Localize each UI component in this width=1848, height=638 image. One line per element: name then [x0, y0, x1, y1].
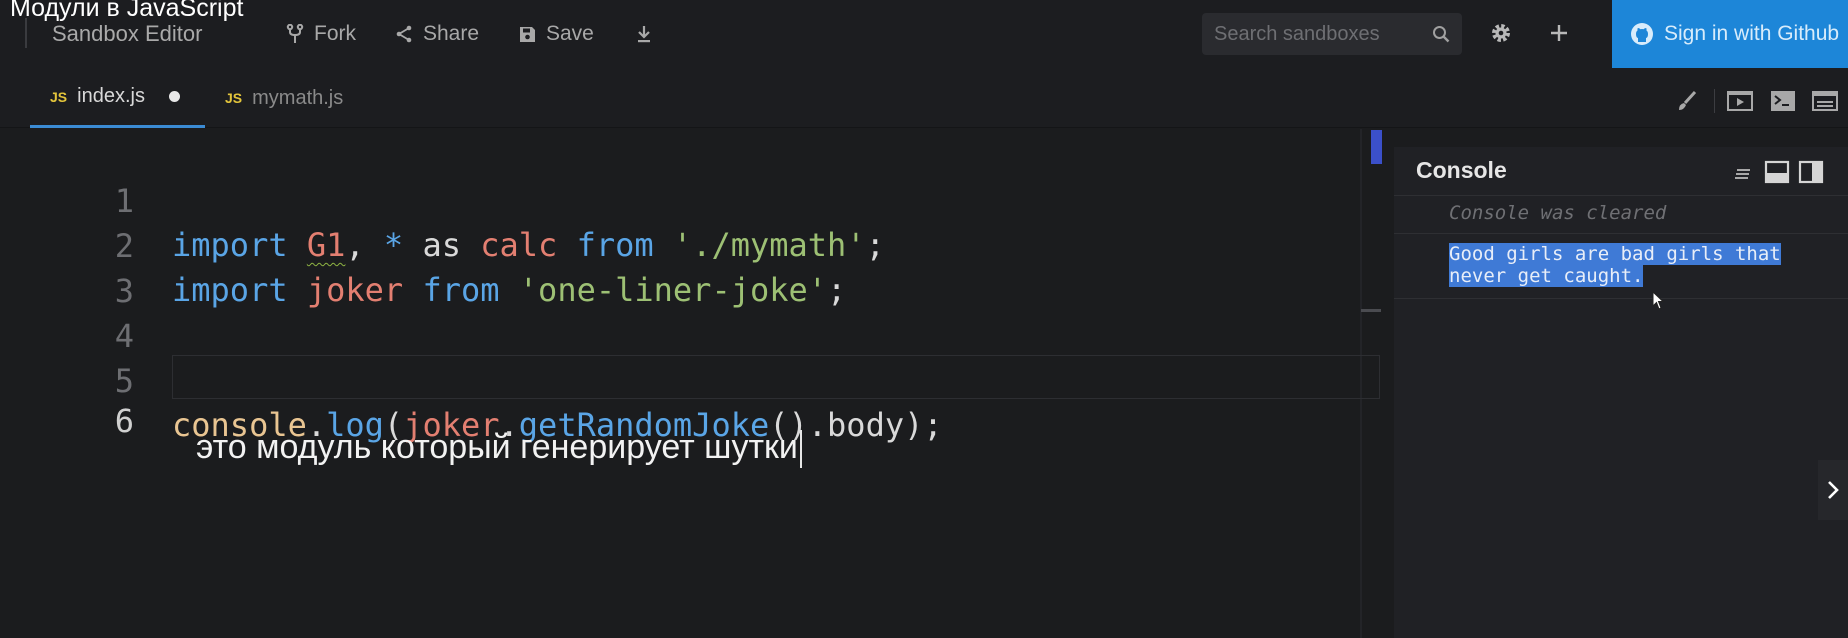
sign-in-label: Sign in with Github: [1664, 22, 1840, 45]
console-log-entry[interactable]: Good girls are bad girls that never get …: [1394, 233, 1848, 299]
video-subtitle: это модуль который генерирует шутки: [196, 428, 802, 469]
video-title: Модули в JavaScript: [10, 0, 244, 22]
mouse-cursor-icon: [1652, 291, 1665, 310]
clear-console-icon[interactable]: [1732, 162, 1754, 184]
sign-in-github-button[interactable]: Sign in with Github: [1612, 0, 1848, 68]
terminal-icon[interactable]: [1770, 90, 1796, 112]
fork-label: Fork: [314, 22, 356, 45]
top-toolbar: Модули в JavaScript Sandbox Editor Fork …: [0, 0, 1848, 68]
code-line[interactable]: 1 import G1, * as calc from './mymath';: [0, 135, 1372, 264]
code-line[interactable]: 6: [0, 355, 1372, 440]
tool-divider: [1714, 89, 1715, 113]
text-caret: [799, 430, 802, 469]
download-icon: [638, 26, 650, 43]
search-box[interactable]: [1202, 13, 1462, 55]
tab-index-js[interactable]: JS index.js: [30, 68, 205, 128]
save-label: Save: [546, 22, 594, 45]
tab-label: mymath.js: [252, 86, 344, 109]
code-line[interactable]: 5 console.log(joker.getRandomJoke().body…: [0, 315, 1372, 444]
console-panel: Console Console was cleared Good girls a…: [1394, 147, 1848, 638]
selected-log-text[interactable]: never get caught.: [1449, 265, 1644, 287]
gear-icon[interactable]: [1490, 22, 1512, 44]
plus-icon[interactable]: [1549, 23, 1569, 43]
line-number: 6: [114, 402, 134, 440]
toolbar-divider: [25, 18, 27, 48]
chevron-right-icon: [1828, 481, 1839, 499]
js-file-icon: JS: [50, 88, 68, 105]
code-line[interactable]: 2 import joker from 'one-liner-joke';: [0, 180, 1372, 309]
js-file-icon: JS: [225, 90, 243, 106]
code-line[interactable]: 4: [0, 270, 1372, 355]
github-icon: [1631, 23, 1653, 45]
dock-right-icon[interactable]: [1798, 159, 1824, 185]
editor-scroll-marker[interactable]: [1371, 130, 1382, 164]
console-panel-icon[interactable]: [1812, 90, 1838, 112]
share-icon: [396, 25, 412, 43]
file-tab-bar: JS index.js JS mymath.js: [0, 68, 1848, 128]
console-cleared-message: Console was cleared: [1394, 195, 1848, 233]
code-editor[interactable]: 1 import G1, * as calc from './mymath'; …: [0, 129, 1382, 638]
search-icon[interactable]: [1432, 25, 1450, 43]
fork-button[interactable]: Fork: [286, 19, 356, 49]
fork-icon: [286, 24, 304, 43]
app-title: Sandbox Editor: [52, 21, 203, 46]
tab-label: index.js: [77, 85, 145, 107]
save-icon: [520, 26, 535, 42]
share-label: Share: [423, 22, 480, 45]
console-tools: [1732, 155, 1824, 185]
dock-bottom-icon[interactable]: [1764, 159, 1790, 185]
unsaved-indicator: [168, 91, 180, 102]
search-input[interactable]: [1214, 13, 1419, 55]
prettify-brush-icon[interactable]: [1676, 90, 1698, 112]
browser-preview-icon[interactable]: [1727, 90, 1753, 112]
code-line[interactable]: 3: [0, 225, 1372, 310]
console-title: Console: [1416, 157, 1507, 183]
share-button[interactable]: Share: [395, 19, 479, 49]
next-panel-arrow-button[interactable]: [1818, 460, 1848, 520]
download-button[interactable]: [636, 19, 652, 49]
selected-log-text[interactable]: Good girls are bad girls that: [1449, 243, 1781, 265]
save-button[interactable]: Save: [519, 19, 594, 49]
tab-mymath-js[interactable]: JS mymath.js: [205, 68, 385, 128]
console-header: Console: [1394, 147, 1848, 195]
